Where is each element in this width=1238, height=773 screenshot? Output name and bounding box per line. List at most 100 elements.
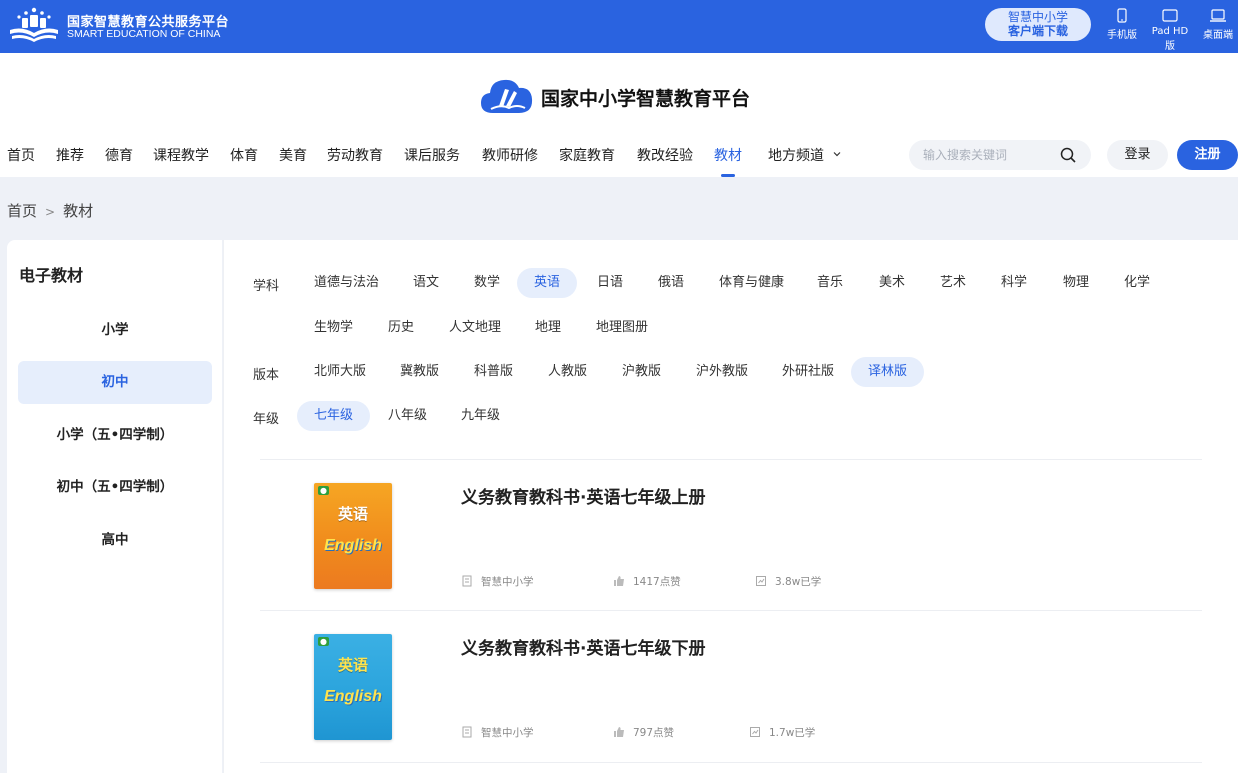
- search-box: [909, 140, 1091, 170]
- book-publisher: 智慧中小学: [461, 725, 534, 740]
- main-content: 学科 道德与法治 语文 数学 英语 日语 俄语 体育与健康 音乐 美术 艺术 科…: [223, 240, 1238, 773]
- subject-chip[interactable]: 化学: [1107, 268, 1167, 298]
- edition-chip[interactable]: 科普版: [457, 357, 530, 387]
- device-desktop[interactable]: 桌面端: [1198, 8, 1238, 41]
- subject-chip[interactable]: 语文: [396, 268, 456, 298]
- thumbs-up-icon: [614, 727, 624, 737]
- likes-text: 1417点赞: [633, 576, 681, 588]
- cover-badge-icon: ●: [318, 637, 329, 646]
- sidebar-item-junior[interactable]: 初中: [18, 361, 212, 404]
- device-phone[interactable]: 手机版: [1102, 8, 1142, 41]
- edition-chip-active[interactable]: 译林版: [851, 357, 925, 387]
- edition-chip[interactable]: 人教版: [531, 357, 604, 387]
- learners-text: 3.8w已学: [775, 576, 822, 588]
- nav-reform[interactable]: 教改经验: [637, 145, 693, 177]
- publisher-text: 智慧中小学: [481, 576, 534, 588]
- nav-after-school[interactable]: 课后服务: [404, 145, 460, 177]
- device-pad-label: Pad HD版: [1151, 26, 1189, 52]
- site-logo-icon: [10, 7, 58, 42]
- book-learners: 3.8w已学: [755, 574, 821, 589]
- sidebar-item-senior[interactable]: 高中: [18, 519, 212, 562]
- grade-label: 年级: [253, 412, 280, 427]
- book-cover[interactable]: ● 英语 English: [314, 483, 392, 589]
- sidebar-item-junior-54[interactable]: 初中（五•四学制）: [18, 466, 212, 509]
- phone-icon: [1117, 8, 1127, 23]
- subject-chip[interactable]: 艺术: [923, 268, 983, 298]
- subject-chip[interactable]: 物理: [1046, 268, 1106, 298]
- breadcrumb-current: 教材: [63, 202, 94, 220]
- learners-icon: [750, 727, 760, 737]
- subject-chip[interactable]: 科学: [984, 268, 1044, 298]
- subject-chip[interactable]: 俄语: [641, 268, 701, 298]
- nav-arts[interactable]: 美育: [279, 145, 307, 177]
- subject-label: 学科: [253, 279, 280, 294]
- laptop-icon: [1210, 9, 1226, 22]
- subject-chip[interactable]: 地理图册: [579, 313, 665, 343]
- nav-labor[interactable]: 劳动教育: [327, 145, 383, 177]
- cover-title: 英语: [337, 505, 368, 523]
- brand-name: 国家中小学智慧教育平台: [541, 88, 751, 110]
- breadcrumb-home[interactable]: 首页: [7, 202, 37, 220]
- register-button[interactable]: 注册: [1177, 140, 1238, 170]
- subject-chip[interactable]: 体育与健康: [702, 268, 801, 298]
- edition-chip[interactable]: 沪外教版: [679, 357, 765, 387]
- client-download-button[interactable]: 智慧中小学 客户端下载: [985, 8, 1091, 41]
- device-phone-label: 手机版: [1107, 30, 1137, 41]
- breadcrumb: 首页 > 教材: [7, 200, 93, 221]
- nav-teacher-training[interactable]: 教师研修: [482, 145, 538, 177]
- subject-chip[interactable]: 历史: [371, 313, 431, 343]
- sidebar-item-primary-54[interactable]: 小学（五•四学制）: [18, 414, 212, 457]
- edition-chip[interactable]: 冀教版: [383, 357, 456, 387]
- download-line-1: 智慧中小学: [1007, 10, 1068, 24]
- nav-family[interactable]: 家庭教育: [559, 145, 615, 177]
- subject-chip-active[interactable]: 英语: [517, 268, 578, 298]
- subject-chip[interactable]: 日语: [580, 268, 640, 298]
- search-input[interactable]: [923, 145, 1053, 165]
- book-title[interactable]: 义务教育教科书·英语七年级下册: [461, 634, 705, 659]
- subject-chip[interactable]: 音乐: [800, 268, 860, 298]
- book-title[interactable]: 义务教育教科书·英语七年级上册: [461, 483, 705, 508]
- subject-chip[interactable]: 美术: [862, 268, 922, 298]
- divider: [260, 762, 1202, 763]
- book-item[interactable]: ● 英语 English 义务教育教科书·英语七年级下册 智慧中小学 797点赞…: [260, 611, 1202, 761]
- nav-sports[interactable]: 体育: [230, 145, 258, 177]
- sidebar: 电子教材 小学 初中 小学（五•四学制） 初中（五•四学制） 高中: [7, 240, 222, 773]
- edition-chip[interactable]: 沪教版: [605, 357, 678, 387]
- sidebar-title: 电子教材: [19, 266, 84, 285]
- nav-textbooks[interactable]: 教材: [714, 145, 742, 177]
- login-button[interactable]: 登录: [1107, 140, 1168, 170]
- tablet-icon: [1162, 9, 1178, 22]
- download-line-2: 客户端下载: [1007, 24, 1068, 38]
- grade-chip[interactable]: 九年级: [444, 401, 517, 431]
- nav-home[interactable]: 首页: [7, 145, 35, 177]
- grade-chip-active[interactable]: 七年级: [297, 401, 371, 431]
- sidebar-item-primary[interactable]: 小学: [18, 309, 212, 352]
- publisher-text: 智慧中小学: [481, 727, 534, 739]
- thumbs-up-icon: [614, 576, 624, 586]
- nav-recommend[interactable]: 推荐: [56, 145, 84, 177]
- nav-courses[interactable]: 课程教学: [153, 145, 209, 177]
- edition-chip[interactable]: 外研社版: [765, 357, 851, 387]
- subject-chip[interactable]: 地理: [518, 313, 578, 343]
- subject-chip[interactable]: 人文地理: [432, 313, 518, 343]
- search-icon[interactable]: [1059, 146, 1077, 164]
- likes-text: 797点赞: [633, 727, 675, 739]
- grade-chip[interactable]: 八年级: [371, 401, 444, 431]
- edition-chip[interactable]: 北师大版: [297, 357, 383, 387]
- cover-english: English: [324, 537, 382, 554]
- nav-regional[interactable]: 地方频道: [768, 145, 842, 177]
- nav-moral[interactable]: 德育: [105, 145, 133, 177]
- learners-text: 1.7w已学: [769, 727, 816, 739]
- subject-chip[interactable]: 数学: [457, 268, 517, 298]
- book-likes: 797点赞: [613, 725, 674, 740]
- cover-badge-icon: ●: [318, 486, 329, 495]
- cover-english: English: [324, 688, 382, 705]
- cover-title: 英语: [337, 656, 368, 674]
- book-cover[interactable]: ● 英语 English: [314, 634, 392, 740]
- document-icon: [462, 575, 472, 587]
- subject-chip[interactable]: 道德与法治: [297, 268, 396, 298]
- subject-chip[interactable]: 生物学: [297, 313, 370, 343]
- device-pad[interactable]: Pad HD版: [1150, 8, 1190, 52]
- book-item[interactable]: ● 英语 English 义务教育教科书·英语七年级上册 智慧中小学 1417点…: [260, 460, 1202, 610]
- platform-title-en: SMART EDUCATION OF CHINA: [67, 28, 221, 40]
